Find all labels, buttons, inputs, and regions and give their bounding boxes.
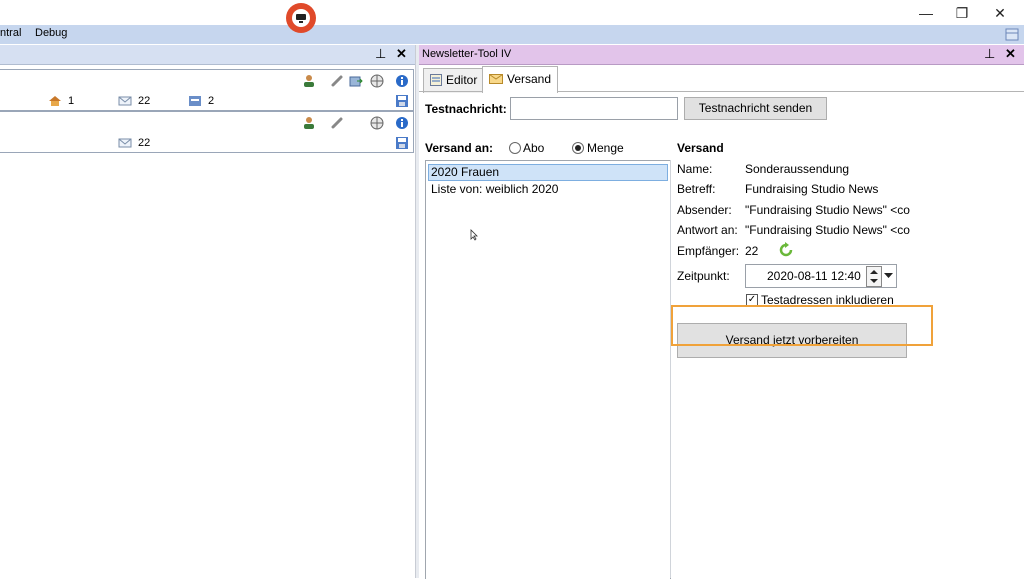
mail-icon <box>118 96 132 106</box>
close-window-button[interactable]: ✕ <box>982 2 1018 24</box>
send-to-label: Versand an: <box>425 141 494 155</box>
datetime-value[interactable]: 2020-08-11 12:40 <box>767 269 861 283</box>
home-count: 1 <box>68 95 75 107</box>
tab-editor[interactable]: Editor <box>423 68 483 93</box>
pin-icon[interactable]: ⊥ <box>984 46 995 62</box>
column-divider <box>670 160 671 578</box>
restore-button[interactable]: ❐ <box>944 2 980 24</box>
panel-layout-icon[interactable] <box>1004 27 1020 42</box>
group-icon <box>189 96 201 106</box>
globe-icon[interactable] <box>370 74 384 88</box>
list-item[interactable]: Liste von: weiblich 2020 <box>431 182 558 196</box>
list-item[interactable]: 2020 Frauen <box>431 165 499 179</box>
recipient-list[interactable]: 2020 Frauen Liste von: weiblich 2020 <box>425 160 671 579</box>
subject-label: Betreff: <box>677 182 716 196</box>
title-bar: — ❐ ✕ <box>0 0 1024 25</box>
spinner-arrows-icon[interactable] <box>870 269 878 284</box>
pin-icon[interactable]: ⊥ <box>375 46 386 62</box>
recipients-label: Empfänger: <box>677 244 740 258</box>
name-value: Sonderaussendung <box>745 162 850 176</box>
datetime-picker[interactable]: 2020-08-11 12:40 <box>745 264 897 288</box>
test-message-input[interactable] <box>510 97 678 120</box>
sender-label: Absender: <box>677 203 732 217</box>
monitor-icon <box>292 9 310 27</box>
group-count: 2 <box>208 95 215 107</box>
menu-bar: ntral Debug <box>0 25 1024 44</box>
mail-count: 22 <box>138 137 151 149</box>
home-icon <box>49 96 61 106</box>
link-icon[interactable] <box>330 116 344 130</box>
envelope-icon <box>489 74 503 84</box>
record-card[interactable]: 1 22 2 <box>0 69 414 111</box>
radio-menge-label[interactable]: Menge <box>587 141 624 155</box>
close-panel-icon[interactable]: ✕ <box>396 46 407 62</box>
radio-menge[interactable] <box>572 142 584 154</box>
tab-label: Editor <box>446 73 478 87</box>
refresh-icon[interactable] <box>778 242 794 258</box>
panel-title: Newsletter-Tool IV <box>422 48 512 60</box>
radio-abo-label[interactable]: Abo <box>523 141 544 155</box>
mouse-cursor-icon <box>470 229 478 241</box>
datetime-spinner[interactable] <box>866 266 882 287</box>
mail-count: 22 <box>138 95 151 107</box>
subject-value: Fundraising Studio News <box>745 182 879 196</box>
send-test-message-button[interactable]: Testnachricht senden <box>684 97 827 120</box>
menu-item-zentral[interactable]: ntral <box>0 27 21 39</box>
link-icon[interactable] <box>330 74 344 88</box>
test-message-label: Testnachricht: <box>425 102 507 116</box>
name-label: Name: <box>677 162 713 176</box>
save-icon[interactable] <box>395 136 409 150</box>
tab-label: Versand <box>507 72 552 86</box>
person-icon[interactable] <box>302 116 316 130</box>
reply-to-label: Antwort an: <box>677 223 738 237</box>
highlight-frame <box>671 305 933 346</box>
info-icon[interactable] <box>395 116 409 130</box>
export-icon[interactable] <box>349 74 363 88</box>
left-panel-header: ⊥ ✕ <box>0 45 415 65</box>
screen-recording-icon[interactable] <box>286 3 316 33</box>
info-icon[interactable] <box>395 74 409 88</box>
reply-to-value: "Fundraising Studio News" <co <box>745 223 910 237</box>
minimize-button[interactable]: — <box>908 2 944 24</box>
time-label: Zeitpunkt: <box>677 269 730 283</box>
left-panel-body: 1 22 2 22 <box>0 65 415 578</box>
chevron-down-icon[interactable] <box>884 273 893 279</box>
record-card[interactable]: 22 <box>0 111 414 153</box>
recipients-value: 22 <box>745 244 759 258</box>
editor-icon <box>430 74 442 86</box>
details-heading: Versand <box>677 141 724 155</box>
radio-abo[interactable] <box>509 142 521 154</box>
sender-value: "Fundraising Studio News" <co <box>745 203 910 217</box>
tab-versand[interactable]: Versand <box>482 66 558 93</box>
mail-icon <box>118 138 132 148</box>
close-panel-icon[interactable]: ✕ <box>1005 46 1016 62</box>
globe-icon[interactable] <box>370 116 384 130</box>
menu-item-debug[interactable]: Debug <box>35 27 67 39</box>
save-icon[interactable] <box>395 94 409 108</box>
person-icon[interactable] <box>302 74 316 88</box>
right-panel-header: Newsletter-Tool IV ⊥ ✕ <box>419 45 1024 65</box>
